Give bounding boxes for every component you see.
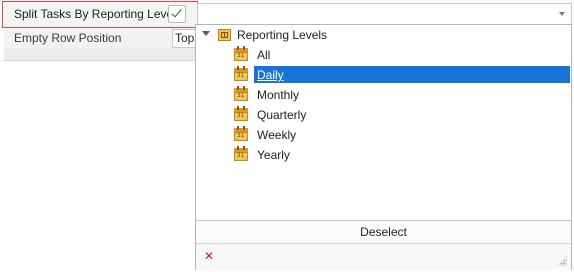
tree-item-monthly[interactable]: 31 Monthly [232,85,571,104]
calendar-icon: 31 [233,146,249,162]
dropdown-popup: Reporting Levels 31 All 31 Daily 31 Mont… [195,24,572,270]
tree-item-yearly[interactable]: 31 Yearly [232,145,571,164]
reporting-levels-tree: Reporting Levels 31 All 31 Daily 31 Mont… [196,25,571,220]
popup-status-bar: ✕ [196,243,571,270]
tree-node-reporting-levels[interactable]: Reporting Levels [196,25,571,44]
property-row-empty-row-position[interactable]: Empty Row Position [4,28,198,49]
close-icon[interactable]: ✕ [204,250,214,262]
tree-item-label: Weekly [257,128,297,142]
chevron-down-icon[interactable] [559,12,565,16]
folder-grid-icon [217,27,233,43]
calendar-icon: 31 [233,86,249,102]
expand-arrow-icon[interactable] [202,31,210,36]
tree-item-label: Daily [256,68,285,82]
grid-divider [4,48,198,61]
calendar-icon: 31 [233,126,249,142]
tree-item-label: All [257,48,271,62]
property-label: Empty Row Position [14,31,122,45]
tree-item-label: Quarterly [257,108,307,122]
popup-footer: Deselect [196,220,571,243]
tree-item-all[interactable]: 31 All [232,45,571,64]
calendar-icon: 31 [233,66,249,82]
tree-item-weekly[interactable]: 31 Weekly [232,125,571,144]
highlight-frame [2,1,198,28]
resize-grip-icon[interactable] [557,256,567,266]
selection-highlight [254,66,570,83]
reporting-level-combo[interactable] [197,3,572,25]
tree-item-quarterly[interactable]: 31 Quarterly [232,105,571,124]
deselect-button[interactable]: Deselect [196,221,571,243]
tree-node-label: Reporting Levels [237,28,328,42]
tree-item-daily[interactable]: 31 Daily [232,65,571,84]
property-value: Top [175,31,195,45]
tree-item-label: Monthly [257,88,300,102]
calendar-icon: 31 [233,106,249,122]
calendar-icon: 31 [233,46,249,62]
tree-item-label: Yearly [257,148,290,162]
